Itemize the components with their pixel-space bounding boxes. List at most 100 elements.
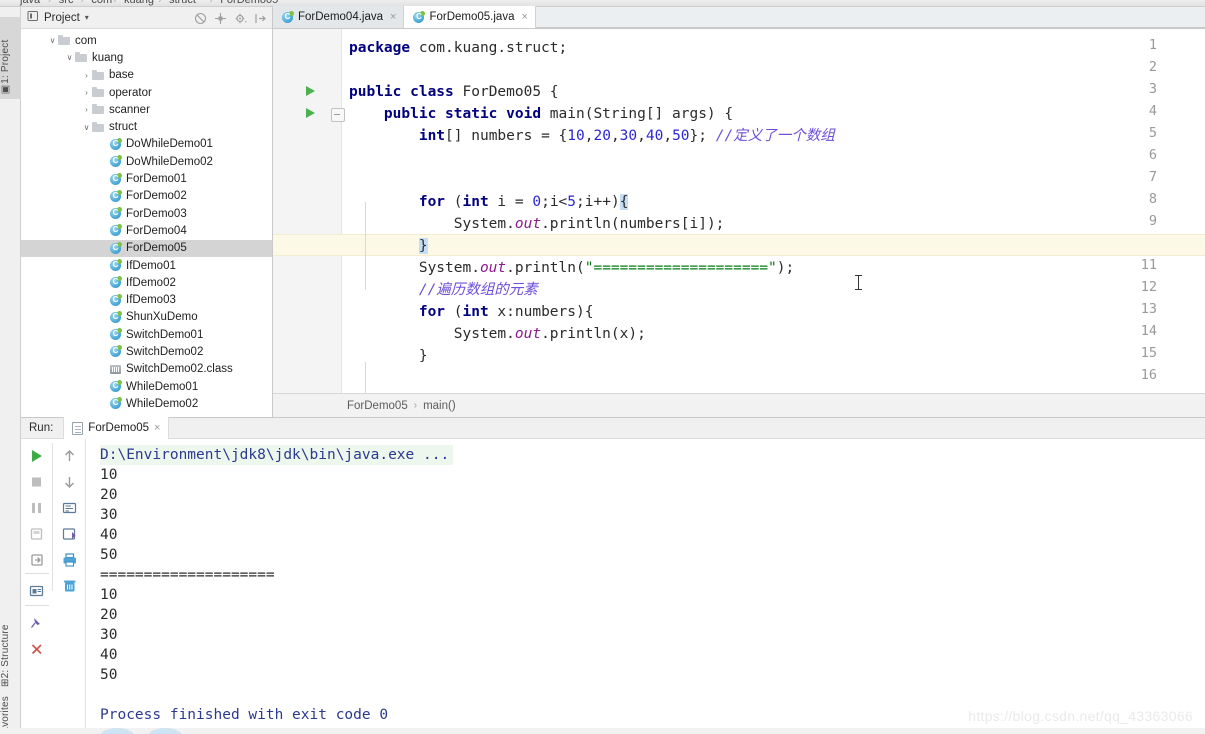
code-token: int xyxy=(462,194,489,210)
line-number: 5 xyxy=(1148,125,1157,141)
code-fold-icon[interactable] xyxy=(331,108,345,122)
pin-tab-icon[interactable] xyxy=(21,610,52,636)
tree-node[interactable]: · SwitchDemo02 xyxy=(21,343,272,360)
tree-node[interactable]: › base xyxy=(21,67,272,84)
nav-crumb[interactable]: ForDemo05 xyxy=(220,0,278,6)
close-icon[interactable]: × xyxy=(390,11,396,23)
tree-node[interactable]: · SwitchDemo01 xyxy=(21,326,272,343)
code-token: public class xyxy=(349,84,463,100)
tool-window-button-project[interactable]: ▣ 1: Project xyxy=(0,17,21,99)
scroll-up-icon[interactable] xyxy=(54,443,85,469)
breadcrumb[interactable]: ForDemo05 › main() xyxy=(273,393,1205,417)
mouse-text-cursor xyxy=(855,275,862,290)
java-class-icon xyxy=(109,293,122,307)
nav-crumb[interactable]: struct xyxy=(169,0,196,6)
nav-crumb[interactable]: com xyxy=(91,0,112,6)
run-gutter-icon[interactable] xyxy=(305,86,316,97)
tree-node[interactable]: · IfDemo01 xyxy=(21,257,272,274)
stop-icon[interactable] xyxy=(21,469,52,495)
print-icon[interactable] xyxy=(54,547,85,573)
chevron-down-icon[interactable]: ▾ xyxy=(85,13,89,22)
tree-spacer: · xyxy=(98,157,109,166)
nav-crumb[interactable]: src xyxy=(59,0,74,6)
code-token: 5 xyxy=(567,194,577,210)
scroll-to-end-icon[interactable] xyxy=(54,521,85,547)
tree-node[interactable]: ∨ struct xyxy=(21,118,272,135)
tree-node-label: ForDemo03 xyxy=(126,207,187,220)
breadcrumb-separator: › xyxy=(413,400,418,411)
code-token: System. xyxy=(349,260,480,276)
folder-icon xyxy=(92,69,105,82)
code-token: 40 xyxy=(645,128,664,144)
code-token: } xyxy=(349,348,428,364)
tool-window-button-structure[interactable]: ⊞ 2: Structure xyxy=(0,605,21,691)
tree-spacer: · xyxy=(98,330,109,339)
tree-node[interactable]: › scanner xyxy=(21,101,272,118)
tree-node[interactable]: · ForDemo02 xyxy=(21,188,272,205)
chevron-right-icon[interactable]: › xyxy=(81,105,92,114)
folder-icon xyxy=(58,34,71,47)
run-configuration-tab[interactable]: ForDemo05 × xyxy=(63,417,170,439)
project-panel-header: Project ▾ xyxy=(21,7,272,29)
project-window-icon: ▣ xyxy=(0,83,11,95)
console-output[interactable]: D:\Environment\jdk8\jdk\bin\java.exe ...… xyxy=(86,439,1205,734)
tree-node[interactable]: · SwitchDemo02.class xyxy=(21,361,272,378)
code-token: .println(x); xyxy=(541,326,646,342)
close-icon[interactable]: × xyxy=(521,11,527,23)
console-line: 50 xyxy=(100,667,118,683)
chevron-down-icon[interactable]: ∨ xyxy=(64,53,75,62)
tree-node[interactable]: ∨ com xyxy=(21,32,272,49)
tree-node[interactable]: · ForDemo01 xyxy=(21,170,272,187)
breadcrumb-class[interactable]: ForDemo05 xyxy=(347,400,408,412)
collapse-all-icon[interactable] xyxy=(194,12,207,25)
console-line: 30 xyxy=(100,507,118,523)
tree-node[interactable]: · ForDemo03 xyxy=(21,205,272,222)
tree-node[interactable]: · WhileDemo01 xyxy=(21,378,272,395)
tree-node-label: kuang xyxy=(92,51,124,64)
chevron-right-icon[interactable]: › xyxy=(81,88,92,97)
project-file-tree[interactable]: ∨com∨kuang›base›operator›scanner∨struct·… xyxy=(21,29,272,417)
soft-wrap-icon[interactable] xyxy=(54,495,85,521)
trash-icon[interactable] xyxy=(54,573,85,599)
editor-gutter[interactable] xyxy=(273,29,341,393)
rerun-icon[interactable] xyxy=(21,443,52,469)
chevron-down-icon[interactable]: ∨ xyxy=(81,123,92,132)
nav-crumb[interactable]: kuang xyxy=(124,0,154,6)
tree-node[interactable]: · WhileDemo02 xyxy=(21,395,272,412)
print-preview-icon[interactable] xyxy=(21,578,52,604)
close-icon[interactable]: × xyxy=(154,422,160,434)
tree-node[interactable]: · ForDemo04 xyxy=(21,222,272,239)
java-class-icon xyxy=(281,10,294,24)
restore-layout-icon[interactable] xyxy=(21,521,52,547)
pause-icon[interactable] xyxy=(21,495,52,521)
tree-node-label: operator xyxy=(109,86,152,99)
chevron-down-icon[interactable]: ∨ xyxy=(47,36,58,45)
tree-node[interactable]: · ForDemo05 xyxy=(21,239,272,257)
tree-node-label: WhileDemo01 xyxy=(126,380,199,393)
locate-icon[interactable] xyxy=(214,12,227,25)
editor-tab[interactable]: ForDemo05.java × xyxy=(404,6,536,28)
close-panel-icon[interactable] xyxy=(21,636,52,662)
hide-panel-icon[interactable] xyxy=(254,12,267,25)
tree-node[interactable]: ∨ kuang xyxy=(21,49,272,66)
code-editor[interactable]: 12345678910111213141516 package com.kuan… xyxy=(273,29,1205,393)
export-icon[interactable] xyxy=(21,547,52,573)
editor-tab[interactable]: ForDemo04.java × xyxy=(273,6,405,28)
tree-node[interactable]: · IfDemo03 xyxy=(21,291,272,308)
code-token: out xyxy=(514,326,542,342)
scroll-down-icon[interactable] xyxy=(54,469,85,495)
tree-node[interactable]: · IfDemo02 xyxy=(21,274,272,291)
intellij-idea-window: java › src › com › kuang › struct › ForDemo05 ▣ 1:… xyxy=(0,0,1205,734)
java-class-icon xyxy=(109,328,122,341)
breadcrumb-method[interactable]: main() xyxy=(423,400,456,412)
run-gutter-icon[interactable] xyxy=(305,108,316,119)
tree-node[interactable]: · ShunXuDemo xyxy=(21,309,272,326)
project-tab-label: 1: Project xyxy=(0,39,11,84)
nav-crumb[interactable]: java xyxy=(20,0,40,6)
tree-node[interactable]: · DoWhileDemo02 xyxy=(21,153,272,170)
chevron-right-icon[interactable]: › xyxy=(81,71,92,80)
tree-node[interactable]: › operator xyxy=(21,84,272,101)
gear-icon[interactable] xyxy=(234,12,247,25)
tree-node[interactable]: · DoWhileDemo01 xyxy=(21,136,272,153)
code-token: int xyxy=(462,304,489,320)
